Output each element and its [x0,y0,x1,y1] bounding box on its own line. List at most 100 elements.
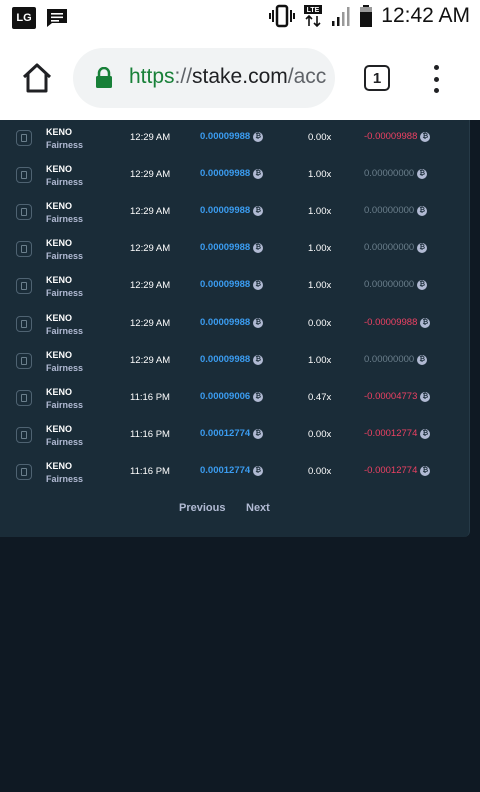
fairness-link[interactable]: Fairness [46,139,83,151]
game-name[interactable]: KENO [46,163,72,175]
game-name[interactable]: KENO [46,386,72,398]
currency-icon: ₿ [253,465,264,476]
bet-payout: 0.00000000 ₿ [364,168,428,179]
game-icon [16,241,32,257]
currency-icon: ₿ [420,317,431,328]
bets-panel: KENO Fairness 12:29 AM 0.00009988 ₿ 0.00x -0.0… [0,120,470,537]
game-name[interactable]: KENO [46,126,72,138]
currency-icon: ₿ [420,131,431,142]
bet-amount: 0.00009988 ₿ [200,131,264,142]
game-name[interactable]: KENO [46,274,72,286]
bet-amount: 0.00012774 ₿ [200,465,264,476]
bet-payout: -0.00012774 ₿ [364,428,431,439]
game-name[interactable]: KENO [46,349,72,361]
bet-row[interactable]: KENO Fairness 11:16 PM 0.00012774 ₿ 0.00x -0.0… [0,417,470,454]
url-text: https://stake.com/acc [129,65,327,88]
currency-icon: ₿ [420,465,431,476]
fairness-link[interactable]: Fairness [46,213,83,225]
bet-amount: 0.00012774 ₿ [200,428,264,439]
game-name[interactable]: KENO [46,237,72,249]
fairness-link[interactable]: Fairness [46,436,83,448]
overflow-menu-icon[interactable] [432,65,440,93]
bet-multiplier: 0.00x [308,429,332,440]
tabs-button[interactable]: 1 [364,65,390,91]
bet-payout: 0.00000000 ₿ [364,279,428,290]
previous-button[interactable]: Previous [179,502,225,514]
currency-icon: ₿ [253,354,264,365]
currency-icon: ₿ [253,428,264,439]
bet-multiplier: 1.00x [308,280,332,291]
bet-multiplier: 1.00x [308,243,332,254]
fairness-link[interactable]: Fairness [46,176,83,188]
game-icon [16,427,32,443]
bet-row[interactable]: KENO Fairness 12:29 AM 0.00009988 ₿ 1.00x 0.00… [0,268,470,305]
home-icon[interactable] [20,61,54,95]
game-icon [16,278,32,294]
lte-icon: LTE [304,5,323,28]
fairness-link[interactable]: Fairness [46,325,83,337]
currency-icon: ₿ [417,205,428,216]
bet-time: 12:29 AM [130,243,171,254]
bet-multiplier: 1.00x [308,206,332,217]
bet-amount: 0.00009988 ₿ [200,242,264,253]
currency-icon: ₿ [420,428,431,439]
message-icon [47,9,67,27]
fairness-link[interactable]: Fairness [46,287,83,299]
bet-row[interactable]: KENO Fairness 12:29 AM 0.00009988 ₿ 1.00x 0.00… [0,157,470,194]
bet-amount: 0.00009988 ₿ [200,317,264,328]
fairness-link[interactable]: Fairness [46,362,83,374]
bet-payout: 0.00000000 ₿ [364,205,428,216]
bet-time: 12:29 AM [130,206,171,217]
fairness-link[interactable]: Fairness [46,399,83,411]
bet-row[interactable]: KENO Fairness 12:29 AM 0.00009988 ₿ 0.00x -0.0… [0,306,470,343]
bet-row[interactable]: KENO Fairness 11:16 PM 0.00009006 ₿ 0.47x -0.0… [0,380,470,417]
game-name[interactable]: KENO [46,423,72,435]
currency-icon: ₿ [253,279,264,290]
bet-row[interactable]: KENO Fairness 12:29 AM 0.00009988 ₿ 0.00x -0.0… [0,120,470,157]
bet-payout: 0.00000000 ₿ [364,354,428,365]
currency-icon: ₿ [253,317,264,328]
pagination: Previous Next [0,500,470,520]
game-name[interactable]: KENO [46,460,72,472]
bet-amount: 0.00009006 ₿ [200,391,264,402]
address-bar[interactable]: https://stake.com/acc [73,48,335,108]
currency-icon: ₿ [253,391,264,402]
battery-icon [360,5,373,27]
bet-row[interactable]: KENO Fairness 12:29 AM 0.00009988 ₿ 1.00x 0.00… [0,194,470,231]
vibrate-icon [269,4,296,28]
browser-toolbar: https://stake.com/acc 1 [0,36,480,120]
bet-multiplier: 0.00x [308,132,332,143]
game-name[interactable]: KENO [46,200,72,212]
bet-payout: -0.00012774 ₿ [364,465,431,476]
bet-payout: 0.00000000 ₿ [364,242,428,253]
bet-amount: 0.00009988 ₿ [200,205,264,216]
game-icon [16,353,32,369]
currency-icon: ₿ [253,205,264,216]
bet-time: 12:29 AM [130,318,171,329]
signal-icon [332,7,350,26]
bet-multiplier: 0.00x [308,318,332,329]
bet-multiplier: 0.00x [308,466,332,477]
bet-row[interactable]: KENO Fairness 12:29 AM 0.00009988 ₿ 1.00x 0.00… [0,343,470,380]
game-icon [16,204,32,220]
bet-amount: 0.00009988 ₿ [200,168,264,179]
bet-multiplier: 1.00x [308,169,332,180]
currency-icon: ₿ [417,242,428,253]
bet-row[interactable]: KENO Fairness 11:16 PM 0.00012774 ₿ 0.00x -0.0… [0,454,470,491]
bet-time: 12:29 AM [130,280,171,291]
game-icon [16,390,32,406]
fairness-link[interactable]: Fairness [46,250,83,262]
bet-time: 12:29 AM [130,169,171,180]
game-icon [16,167,32,183]
game-icon [16,130,32,146]
currency-icon: ₿ [420,391,431,402]
fairness-link[interactable]: Fairness [46,473,83,485]
currency-icon: ₿ [253,168,264,179]
lock-icon [96,67,112,88]
next-button[interactable]: Next [246,502,270,514]
bet-time: 11:16 PM [130,429,170,440]
game-icon [16,316,32,332]
bet-time: 11:16 PM [130,392,170,403]
game-name[interactable]: KENO [46,312,72,324]
bet-row[interactable]: KENO Fairness 12:29 AM 0.00009988 ₿ 1.00x 0.00… [0,231,470,268]
